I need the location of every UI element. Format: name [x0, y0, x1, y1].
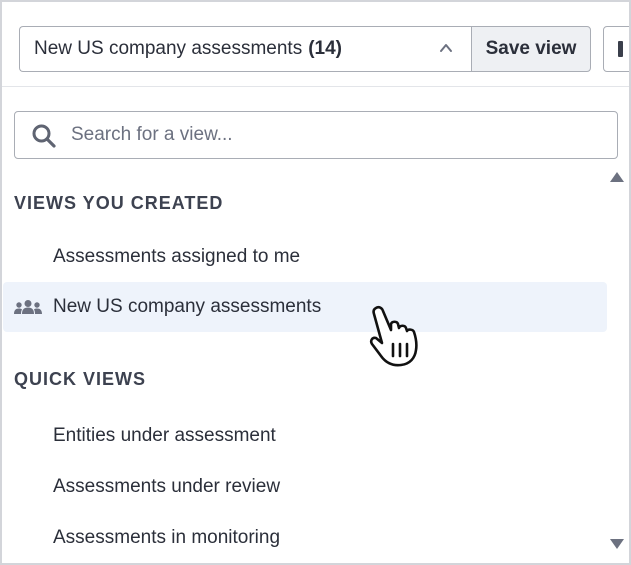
selected-view-name: New US company assessments — [34, 38, 303, 59]
save-view-button[interactable]: Save view — [471, 26, 591, 72]
scroll-up-arrow[interactable] — [610, 172, 624, 182]
search-icon — [32, 124, 56, 148]
view-item-label: Assessments under review — [53, 476, 281, 497]
view-item-assessments-assigned-to-me[interactable]: Assessments assigned to me — [3, 232, 607, 282]
view-item-entities-under-assessment[interactable]: Entities under assessment — [3, 411, 607, 461]
view-selector[interactable]: New US company assessments (14) — [19, 26, 471, 72]
chevron-up-icon[interactable] — [439, 41, 453, 55]
selected-view-count: (14) — [308, 38, 343, 59]
view-item-label: Assessments in monitoring — [53, 527, 281, 548]
view-item-label: New US company assessments — [53, 296, 322, 317]
view-item-label: Entities under assessment — [53, 425, 276, 446]
section-title-views-you-created: VIEWS YOU CREATED — [14, 193, 224, 213]
columns-button[interactable] — [603, 26, 629, 72]
view-search-box[interactable] — [14, 111, 618, 159]
group-icon — [14, 300, 42, 314]
view-item-assessments-under-review[interactable]: Assessments under review — [3, 462, 607, 512]
columns-icon — [618, 41, 623, 57]
views-dropdown-panel: New US company assessments (14) Save vie… — [0, 0, 631, 565]
view-item-new-us-company-assessments[interactable]: New US company assessments — [3, 282, 607, 332]
view-toolbar: New US company assessments (14) Save vie… — [2, 2, 629, 87]
section-title-quick-views: QUICK VIEWS — [14, 369, 147, 389]
view-item-assessments-in-monitoring[interactable]: Assessments in monitoring — [3, 513, 607, 563]
view-item-label: Assessments assigned to me — [53, 246, 301, 267]
search-input[interactable] — [71, 120, 601, 150]
scroll-down-arrow[interactable] — [610, 539, 624, 549]
